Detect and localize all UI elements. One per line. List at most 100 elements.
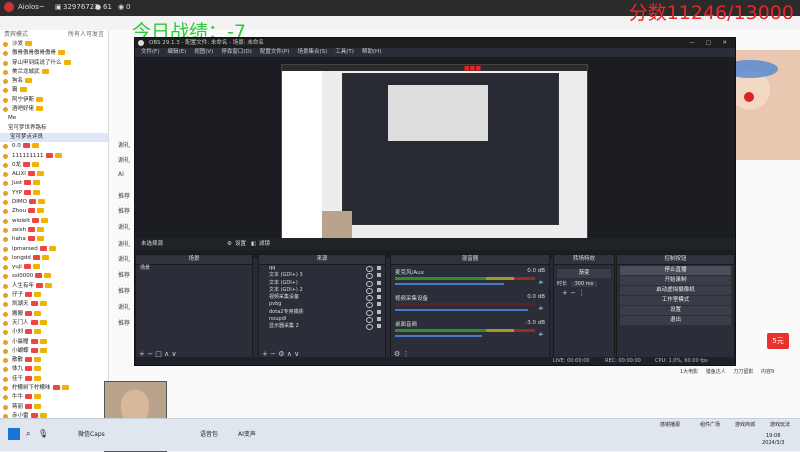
menu-item[interactable]: 场景集合(S) [297, 49, 327, 55]
user-row[interactable]: 小刘 [0, 328, 108, 337]
gift-label[interactable]: 猎鱼达人 [706, 369, 726, 375]
user-row[interactable]: 傲骨傲骨傲骨傲骨 [0, 49, 108, 58]
menu-item[interactable]: 视图(V) [194, 49, 213, 55]
user-row[interactable]: DIMO [0, 198, 108, 207]
avatar[interactable] [4, 2, 14, 12]
eye-icon[interactable] [366, 309, 373, 316]
lock-icon[interactable] [377, 280, 381, 285]
close-icon[interactable]: ✕ [722, 38, 727, 48]
user-row[interactable]: 蒋丽 [0, 403, 108, 412]
user-row[interactable]: YYP [0, 189, 108, 198]
volume-slider[interactable] [395, 309, 528, 311]
tray-item[interactable]: 游戏商城 [735, 421, 755, 428]
eye-icon[interactable] [366, 295, 373, 302]
user-row[interactable]: 霸 [0, 86, 108, 95]
clock-date[interactable]: 2024/3/3 [762, 440, 784, 446]
tray-item[interactable]: 感谢播报 [660, 421, 680, 428]
speaker-icon[interactable]: 🔈 [539, 331, 545, 337]
user-row[interactable]: 酒吧好佬 [0, 105, 108, 114]
user-row[interactable]: 小晨瞳 [0, 338, 108, 347]
user-row[interactable]: 体九 [0, 365, 108, 374]
user-row[interactable]: 0.0 [0, 142, 108, 151]
user-row[interactable]: yuji [0, 263, 108, 272]
user-row[interactable]: 凯湖天 [0, 300, 108, 309]
eye-icon[interactable] [366, 273, 373, 280]
minimize-icon[interactable]: — [690, 38, 696, 48]
user-row[interactable]: longdd [0, 254, 108, 263]
user-row[interactable]: haha [0, 235, 108, 244]
user-row[interactable]: ipmarsed [0, 245, 108, 254]
lock-icon[interactable] [377, 309, 381, 314]
group-title[interactable]: 宝可梦世界路标 [0, 124, 108, 133]
lock-icon[interactable] [377, 266, 381, 270]
gear-icon[interactable]: ⚙ [227, 238, 232, 250]
filter-icon[interactable]: ◧ [251, 238, 256, 250]
control-button[interactable]: 工作室模式 [620, 296, 731, 305]
user-row[interactable]: Zhou [0, 207, 108, 216]
user-row[interactable]: 阿宁伊斯 [0, 96, 108, 105]
eye-icon[interactable] [366, 302, 373, 309]
control-button[interactable]: 开始录制 [620, 276, 731, 285]
filters-button[interactable]: 滤镜 [259, 238, 270, 250]
control-button[interactable]: 退出 [620, 316, 731, 325]
control-button[interactable]: 设置 [620, 306, 731, 315]
menu-item[interactable]: 文件(F) [141, 49, 159, 55]
gift-label[interactable]: 刀刀留影 [733, 369, 753, 375]
voice-pack-button[interactable]: 语音包 [200, 429, 218, 438]
user-row[interactable]: ALIXI [0, 170, 108, 179]
user-row[interactable]: 狗名 [0, 77, 108, 86]
lock-icon[interactable] [377, 295, 381, 300]
user-row[interactable]: 人生有年 [0, 282, 108, 291]
user-row[interactable]: wiolelt [0, 217, 108, 226]
source-item[interactable]: 文本 (GDI+) [259, 280, 385, 287]
microphone-icon[interactable]: 🎙 [38, 429, 48, 438]
user-row[interactable]: ssl0000 [0, 272, 108, 281]
user-row[interactable]: 仔子 [0, 291, 108, 300]
maximize-icon[interactable]: □ [706, 38, 711, 48]
gift-badge[interactable]: 5元 [767, 333, 789, 349]
username[interactable]: Aiolos~ [18, 3, 45, 11]
user-row[interactable]: Just [0, 179, 108, 188]
search-box[interactable]: 微信Caps [78, 429, 105, 438]
menu-item[interactable]: 工具(T) [335, 49, 354, 55]
source-item[interactable]: 文本 (GDI+) 3 [259, 272, 385, 280]
tray-item[interactable]: 游戏玩法 [770, 421, 790, 428]
eye-icon[interactable] [366, 280, 373, 287]
duration-input[interactable]: 300 ms [570, 281, 598, 287]
ai-voice-button[interactable]: AI变声 [238, 429, 256, 438]
volume-slider[interactable] [395, 283, 505, 285]
preview-canvas[interactable]: ■■■ [135, 57, 735, 258]
windows-start-icon[interactable] [8, 428, 20, 440]
eye-icon[interactable] [366, 287, 373, 294]
source-item[interactable]: pvbg [259, 301, 385, 309]
lock-icon[interactable] [377, 302, 381, 307]
clock-time[interactable]: 19:08 [766, 433, 780, 439]
menu-item[interactable]: 编辑(E) [167, 49, 186, 55]
transition-select[interactable]: 渐变 [557, 269, 611, 278]
add-icon[interactable]: + [562, 289, 568, 297]
user-row[interactable]: 美兰龙城武 [0, 68, 108, 77]
lock-icon[interactable] [377, 287, 381, 292]
user-row[interactable]: 柠檬树下柠檬味 [0, 384, 108, 393]
selected-user[interactable]: 宝可梦点评员 [0, 132, 108, 143]
speaker-icon[interactable]: 🔈 [539, 305, 545, 311]
source-item[interactable]: dota2专用捕获 [259, 309, 385, 316]
user-row[interactable]: 111111111 [0, 152, 108, 161]
lock-icon[interactable] [377, 273, 381, 278]
mode-label[interactable]: 贵宾模式 [4, 31, 28, 38]
user-row[interactable]: zeish [0, 226, 108, 235]
user-row[interactable]: 小蝴蝶 [0, 347, 108, 356]
eye-icon[interactable] [366, 324, 373, 331]
source-item[interactable]: 视频采集设备 [259, 294, 385, 302]
obs-titlebar[interactable]: OBS 29.1.3 - 配置文件: 未命名 - 场景: 未命名 — □ ✕ [135, 38, 735, 48]
user-row[interactable]: 沙发 [0, 40, 108, 49]
user-row[interactable]: 搬搬 [0, 310, 108, 319]
user-row[interactable]: 穿山甲到底说了什么 [0, 59, 108, 68]
user-row[interactable]: 散散 [0, 356, 108, 365]
more-icon[interactable]: ⋮ [578, 289, 585, 297]
gift-label[interactable]: 内容9 [761, 369, 774, 375]
tray-item[interactable]: 组件广场 [700, 421, 720, 428]
search-icon[interactable]: ⌕ [26, 429, 30, 439]
properties-button[interactable]: 设置 [235, 238, 246, 250]
speaker-icon[interactable]: 🔈 [539, 279, 545, 285]
